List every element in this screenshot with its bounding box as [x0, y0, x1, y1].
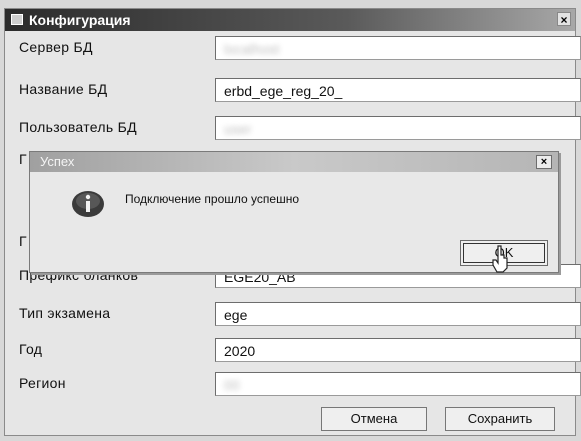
- region-field[interactable]: 00: [215, 372, 581, 396]
- label-db-user: Пользователь БД: [19, 119, 137, 135]
- label-hidden-partial-2: Г: [19, 233, 27, 249]
- window-close-button[interactable]: ×: [557, 12, 571, 27]
- label-region: Регион: [19, 375, 66, 391]
- window-title: Конфигурация: [29, 12, 131, 28]
- dialog-titlebar: Успех ×: [30, 152, 558, 172]
- db-server-field[interactable]: localhost: [215, 36, 581, 60]
- label-exam-type: Тип экзамена: [19, 305, 111, 321]
- cancel-button[interactable]: Отмена: [321, 407, 427, 431]
- configuration-window: Конфигурация × Сервер БД localhost Назва…: [4, 8, 581, 436]
- window-titlebar: Конфигурация ×: [5, 9, 575, 31]
- mouse-pointer-icon: [492, 245, 508, 273]
- year-field[interactable]: 2020: [215, 338, 581, 362]
- success-dialog: Успех × Подключение прошло успешно OK: [29, 151, 559, 273]
- dialog-title: Успех: [40, 154, 75, 169]
- db-name-field[interactable]: erbd_ege_reg_20_: [215, 78, 581, 102]
- save-button[interactable]: Сохранить: [445, 407, 555, 431]
- app-icon: [11, 14, 23, 25]
- label-year: Год: [19, 341, 43, 357]
- label-hidden-partial-1: Г: [19, 151, 27, 167]
- db-user-field[interactable]: user: [215, 116, 581, 140]
- dialog-close-button[interactable]: ×: [536, 155, 552, 169]
- info-icon: [72, 191, 104, 217]
- exam-type-field[interactable]: ege: [215, 302, 581, 326]
- label-db-server: Сервер БД: [19, 39, 93, 55]
- dialog-message: Подключение прошло успешно: [125, 192, 300, 206]
- label-db-name: Название БД: [19, 81, 108, 97]
